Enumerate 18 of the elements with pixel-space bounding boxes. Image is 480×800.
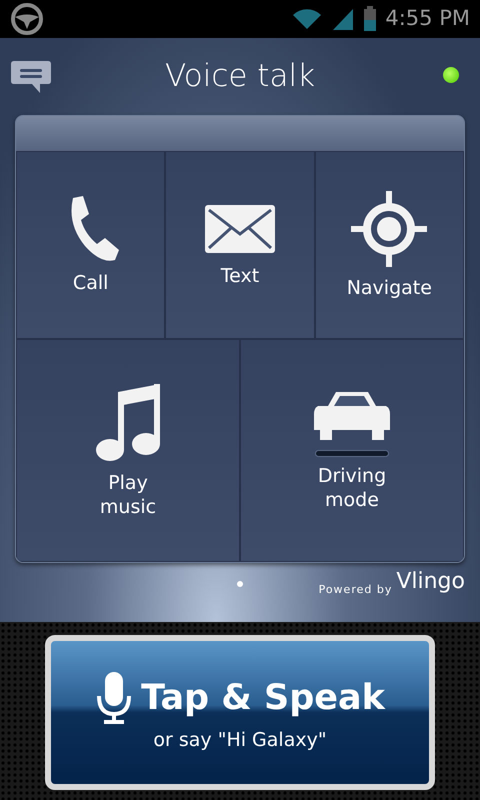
command-tile[interactable]: Driving mode xyxy=(240,339,464,562)
target-icon xyxy=(349,189,430,270)
screen-title: Voice talk xyxy=(164,57,316,96)
tap-and-speak-button[interactable]: Tap & Speak or say "Hi Galaxy" xyxy=(45,635,435,790)
battery-icon xyxy=(363,6,378,32)
clock: 4:55 PM xyxy=(385,5,470,32)
command-tile[interactable]: Play music xyxy=(16,339,240,562)
signal-icon xyxy=(331,7,356,31)
command-tile[interactable]: Text xyxy=(165,151,315,339)
steering-wheel-icon xyxy=(10,2,44,36)
microphone-icon xyxy=(95,670,134,726)
music-note-icon xyxy=(94,382,162,464)
brand-logo: Vlingo xyxy=(396,568,465,596)
wifi-icon xyxy=(291,7,324,31)
command-tile[interactable]: Navigate xyxy=(314,151,464,339)
chat-icon[interactable] xyxy=(10,59,52,95)
powered-by-label: Powered by xyxy=(318,582,392,598)
command-tile[interactable]: Call xyxy=(16,151,166,339)
